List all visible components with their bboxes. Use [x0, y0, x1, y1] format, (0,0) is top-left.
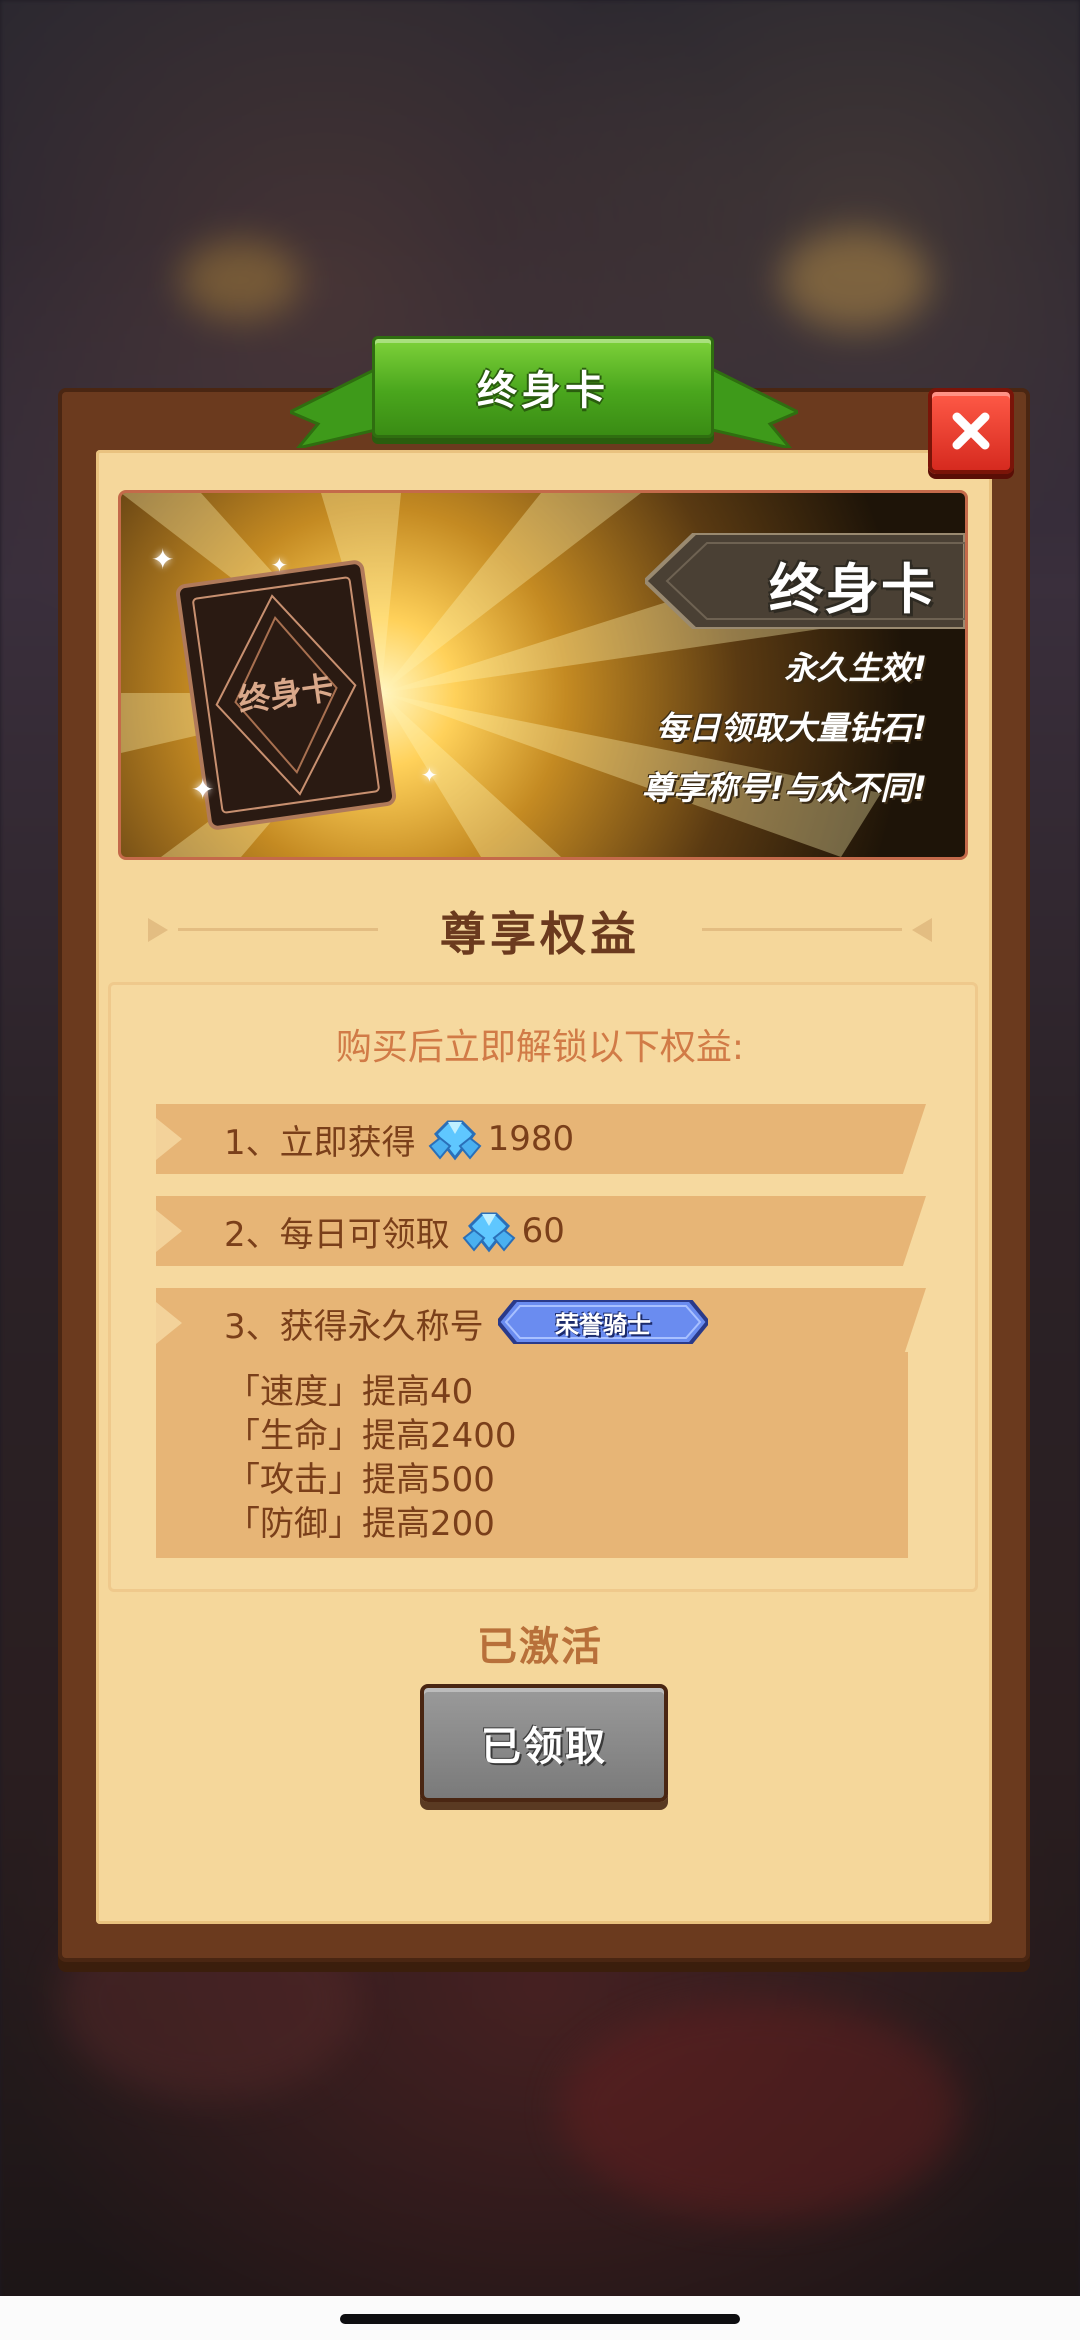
- benefit-1-label: 1、立即获得: [224, 1122, 416, 1163]
- chevron-right-icon: [156, 1118, 182, 1160]
- home-indicator[interactable]: [340, 2314, 740, 2324]
- benefits-intro: 购买后立即解锁以下权益:: [335, 1027, 745, 1068]
- diamond-icon: [462, 1212, 516, 1253]
- chevron-right-icon: [156, 1302, 182, 1344]
- sparkle-icon: ✦: [421, 763, 438, 787]
- chevron-right-icon: [156, 1210, 182, 1252]
- background-glow: [780, 230, 930, 330]
- benefit-3: 3、获得永久称号: [224, 1288, 484, 1358]
- stat-speed: 「速度」提高40: [226, 1372, 474, 1412]
- sparkle-icon: ✦: [191, 773, 215, 806]
- section-header: 尊享权益: [118, 890, 962, 970]
- status-activated: 已激活: [477, 1624, 603, 1670]
- banner-line-2: 每日领取大量钻石!: [656, 709, 927, 747]
- stat-attack: 「攻击」提高500: [226, 1460, 495, 1500]
- background-glow: [560, 2000, 960, 2220]
- close-button[interactable]: [928, 388, 1014, 474]
- banner-line-1: 永久生效!: [784, 649, 927, 687]
- close-icon: [952, 412, 990, 450]
- lifetime-card-banner: 终身卡 ✦ ✦ ✦ ✦ 终身卡 永久生效! 每日领取大量钻石! 尊享称号!与众不…: [118, 490, 968, 860]
- claimed-button[interactable]: 已领取: [420, 1684, 668, 1802]
- claimed-button-label: 已领取: [481, 1724, 607, 1770]
- section-title: 尊享权益: [440, 907, 640, 961]
- benefit-1: 1、立即获得 1980: [224, 1104, 574, 1174]
- diamond-icon: [428, 1120, 482, 1161]
- sparkle-icon: ✦: [271, 553, 288, 577]
- background-glow: [180, 240, 300, 320]
- divider-right: [702, 928, 902, 931]
- divider-right-arrow: [912, 918, 932, 942]
- stat-defense: 「防御」提高200: [226, 1504, 495, 1544]
- dialog-title-ribbon: 终身卡: [372, 336, 714, 438]
- banner-title: 终身卡: [769, 558, 937, 621]
- benefit-3-label: 3、获得永久称号: [224, 1306, 484, 1347]
- benefit-2-label: 2、每日可领取: [224, 1214, 450, 1255]
- stat-hp: 「生命」提高2400: [226, 1416, 517, 1456]
- benefit-2-amount: 60: [521, 1211, 565, 1251]
- benefit-1-amount: 1980: [487, 1119, 575, 1159]
- title-badge-label: 荣誉骑士: [555, 1310, 651, 1339]
- dialog-title: 终身卡: [477, 368, 609, 414]
- banner-line-3: 尊享称号!与众不同!: [641, 769, 927, 807]
- benefit-2: 2、每日可领取 60: [224, 1196, 565, 1266]
- sparkle-icon: ✦: [151, 543, 175, 576]
